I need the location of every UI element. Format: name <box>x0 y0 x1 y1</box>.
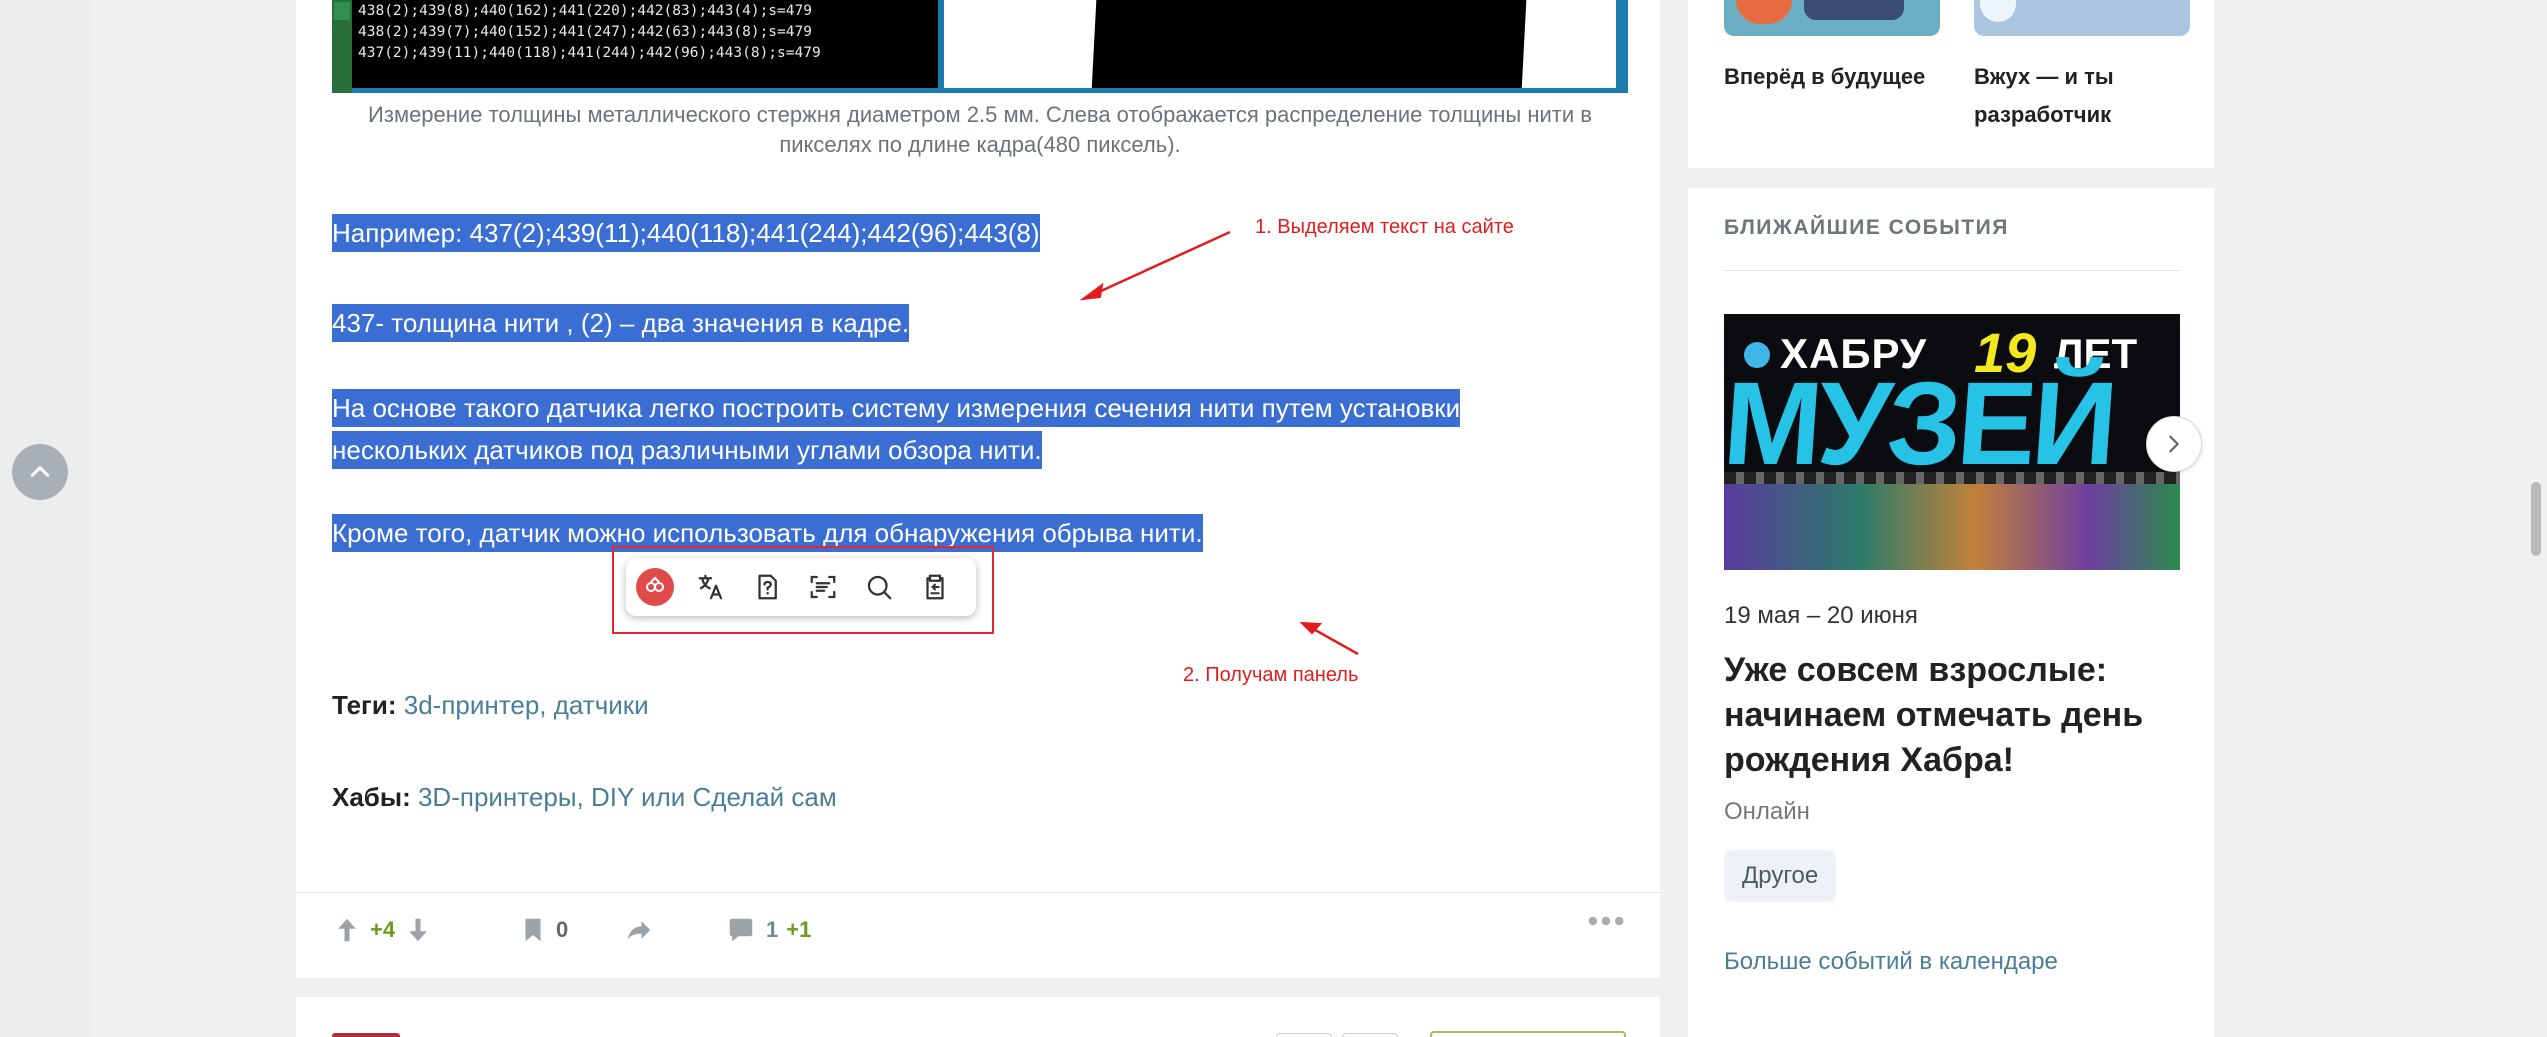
next-article-thumb <box>332 1033 400 1037</box>
event-date: 19 мая – 20 июня <box>1724 602 1918 629</box>
events-widget: БЛИЖАЙШИЕ СОБЫТИЯ ХАБРУ 19 ЛЕТ МУЗЕЙ 19 … <box>1688 188 2214 1037</box>
scroll-to-top-button[interactable] <box>12 444 68 500</box>
image-caption: Измерение толщины металлического стержня… <box>368 102 1592 157</box>
app-strip <box>332 0 352 93</box>
console-line: 438(2);439(7);440(152);441(247);442(63);… <box>358 24 812 40</box>
comments-widget[interactable]: 1 +1 <box>726 915 811 945</box>
article-screenshot: 438(2);439(8);440(162);441(220);442(83);… <box>332 0 1628 93</box>
console-line: 438(2);439(8);440(162);441(220);442(83);… <box>358 3 812 19</box>
selection-toolbar <box>626 558 976 616</box>
event-place: Онлайн <box>1724 798 1810 825</box>
next-card-button[interactable] <box>1430 1031 1626 1037</box>
promo-title[interactable]: Вжух — и ты разработчик <box>1974 58 2114 134</box>
tags-label: Теги: <box>332 690 397 720</box>
page-scrollbar[interactable] <box>2531 482 2541 556</box>
hubs-link[interactable]: 3D-принтеры, DIY или Сделай сам <box>418 782 837 812</box>
toolbar-copy-button[interactable] <box>916 568 954 606</box>
events-divider <box>1724 270 2180 271</box>
bookmark-icon <box>525 918 541 942</box>
comment-icon <box>729 918 753 942</box>
events-heading: БЛИЖАЙШИЕ СОБЫТИЯ <box>1724 216 2009 239</box>
toolbar-summarize-button[interactable] <box>804 568 842 606</box>
new-comments: +1 <box>786 917 812 942</box>
translate-icon <box>698 574 723 600</box>
more-button[interactable] <box>1588 915 1624 927</box>
banner-film-strip <box>1724 472 2180 484</box>
chevron-up-icon <box>30 466 50 477</box>
copy-icon <box>926 574 944 600</box>
rod-image <box>1091 0 1527 88</box>
camera-view <box>944 0 1616 88</box>
selected-paragraph[interactable]: На основе такого датчика легко построить… <box>332 387 1461 471</box>
chevron-right-icon <box>2169 435 2179 453</box>
tags-line: Теги: 3d-принтер, датчики <box>332 690 649 721</box>
summarize-icon <box>810 575 836 599</box>
hubs-label: Хабы: <box>332 782 411 812</box>
event-title[interactable]: Уже совсем взрослые: начинаем отмечать д… <box>1724 648 2184 783</box>
next-card-button[interactable] <box>1276 1033 1332 1037</box>
annotation-1: 1. Выделяем текст на сайте <box>1255 216 1514 238</box>
downvote-icon[interactable] <box>403 915 433 945</box>
next-card-button[interactable] <box>1342 1033 1398 1037</box>
toolbar-explain-button[interactable] <box>748 568 786 606</box>
annotation-2: 2. Получам панель <box>1183 664 1359 686</box>
article: 438(2);439(8);440(162);441(220);442(83);… <box>296 0 1660 978</box>
vote-widget: +4 <box>332 915 433 945</box>
banner-big-text: МУЗЕЙ <box>1724 358 2118 490</box>
hubs-line: Хабы: 3D-принтеры, DIY или Сделай сам <box>332 782 837 813</box>
toolbar-search-button[interactable] <box>860 568 898 606</box>
selected-paragraph[interactable]: Например: 437(2);439(11);440(118);441(24… <box>332 212 1040 254</box>
promo-image[interactable] <box>1724 0 1940 36</box>
more-icon <box>1588 916 1624 926</box>
explain-icon <box>758 574 777 600</box>
share-widget[interactable] <box>624 915 654 945</box>
footer-divider <box>296 892 1660 893</box>
next-article-card <box>296 997 1660 1037</box>
app-icon <box>334 2 350 20</box>
comment-count: 1 <box>766 917 779 942</box>
carousel-next-button[interactable] <box>2146 416 2202 472</box>
upvote-icon[interactable] <box>332 915 362 945</box>
console-output: 438(2);439(8);440(162);441(220);442(83);… <box>352 0 938 88</box>
app-logo-icon <box>636 568 674 606</box>
promo-image[interactable] <box>1974 0 2190 36</box>
vote-score: +4 <box>370 917 396 942</box>
bookmark-count: 0 <box>556 917 569 942</box>
share-icon <box>627 921 651 940</box>
toolbar-translate-button[interactable] <box>692 568 730 606</box>
console-line: 437(2);439(11);440(118);441(244);442(96)… <box>358 45 821 61</box>
search-icon <box>867 575 892 600</box>
event-tag[interactable]: Другое <box>1724 850 1837 902</box>
sidebar-promo: Вперёд в будущее Вжух — и ты разработчик <box>1688 0 2214 168</box>
toolbar-app-button[interactable] <box>636 568 674 606</box>
more-events-link[interactable]: Больше событий в календаре <box>1724 948 2058 976</box>
event-banner[interactable]: ХАБРУ 19 ЛЕТ МУЗЕЙ <box>1724 314 2180 570</box>
banner-artwork <box>1724 480 2180 570</box>
selected-paragraph[interactable]: 437- толщина нити , (2) – два значения в… <box>332 302 910 344</box>
promo-title[interactable]: Вперёд в будущее <box>1724 58 1925 96</box>
tags-link[interactable]: 3d-принтер, датчики <box>404 690 649 720</box>
left-gutter <box>0 0 92 1037</box>
bookmark-widget[interactable]: 0 <box>518 915 568 945</box>
